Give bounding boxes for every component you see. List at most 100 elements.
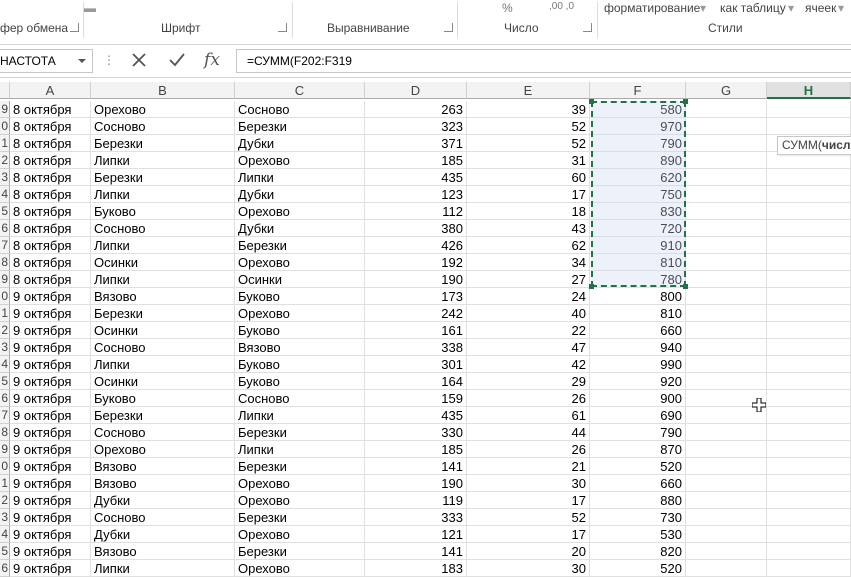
row-header[interactable]: 1	[0, 305, 10, 322]
range-handle[interactable]	[589, 284, 594, 289]
cell-to[interactable]: Березки	[235, 458, 365, 475]
cell-value[interactable]: 880	[590, 492, 686, 509]
cell-count[interactable]: 61	[467, 407, 590, 424]
cell-date[interactable]: 9 октября	[10, 475, 91, 492]
cell-distance[interactable]: 141	[365, 458, 467, 475]
cell-empty[interactable]	[686, 118, 767, 135]
cell-count[interactable]: 31	[467, 152, 590, 169]
cell-count[interactable]: 22	[467, 322, 590, 339]
cell-empty[interactable]	[686, 526, 767, 543]
cell-count[interactable]: 43	[467, 220, 590, 237]
cell-to[interactable]: Орехово	[235, 203, 365, 220]
cell-empty[interactable]	[767, 492, 851, 509]
cell-distance[interactable]: 185	[365, 441, 467, 458]
cell-empty[interactable]	[767, 543, 851, 560]
cell-count[interactable]: 27	[467, 271, 590, 288]
cell-to[interactable]: Дубки	[235, 135, 365, 152]
cell-count[interactable]: 39	[467, 101, 590, 118]
row-header[interactable]: 5	[0, 203, 10, 220]
cell-to[interactable]: Березки	[235, 509, 365, 526]
alignment-launcher-icon[interactable]	[444, 23, 453, 32]
format-as-table-button[interactable]: как таблицу	[720, 1, 786, 15]
cell-to[interactable]: Сосново	[235, 101, 365, 118]
cell-distance[interactable]: 164	[365, 373, 467, 390]
cell-distance[interactable]: 435	[365, 169, 467, 186]
cell-empty[interactable]	[767, 305, 851, 322]
name-box[interactable]: НАСТОТА	[0, 49, 93, 73]
cell-value[interactable]: 520	[590, 560, 686, 577]
cell-empty[interactable]	[686, 509, 767, 526]
cell-to[interactable]: Орехово	[235, 526, 365, 543]
cell-to[interactable]: Березки	[235, 424, 365, 441]
cell-count[interactable]: 47	[467, 339, 590, 356]
range-handle[interactable]	[589, 99, 594, 104]
cell-date[interactable]: 9 октября	[10, 390, 91, 407]
cell-value[interactable]: 970	[590, 118, 686, 135]
cell-distance[interactable]: 173	[365, 288, 467, 305]
cell-count[interactable]: 52	[467, 135, 590, 152]
cell-distance[interactable]: 333	[365, 509, 467, 526]
cell-distance[interactable]: 192	[365, 254, 467, 271]
cell-date[interactable]: 9 октября	[10, 356, 91, 373]
cell-empty[interactable]	[686, 356, 767, 373]
cell-from[interactable]: Вязово	[91, 543, 235, 560]
cell-distance[interactable]: 159	[365, 390, 467, 407]
cell-empty[interactable]	[686, 339, 767, 356]
cell-to[interactable]: Орехово	[235, 475, 365, 492]
resize-handle-icon[interactable]: ⋮	[103, 53, 115, 67]
cell-value[interactable]: 790	[590, 424, 686, 441]
cell-distance[interactable]: 380	[365, 220, 467, 237]
row-header[interactable]: 2	[0, 152, 10, 169]
cell-date[interactable]: 9 октября	[10, 543, 91, 560]
cell-distance[interactable]: 123	[365, 186, 467, 203]
cell-empty[interactable]	[686, 203, 767, 220]
cell-count[interactable]: 17	[467, 492, 590, 509]
formula-input[interactable]: =СУММ(F202:F319	[236, 49, 851, 73]
cell-from[interactable]: Сосново	[91, 424, 235, 441]
cell-to[interactable]: Орехово	[235, 560, 365, 577]
cell-date[interactable]: 9 октября	[10, 560, 91, 577]
cell-empty[interactable]	[686, 271, 767, 288]
cell-empty[interactable]	[767, 560, 851, 577]
cell-count[interactable]: 20	[467, 543, 590, 560]
cell-value[interactable]: 750	[590, 186, 686, 203]
cell-value[interactable]: 830	[590, 203, 686, 220]
row-header[interactable]: 3	[0, 169, 10, 186]
row-header[interactable]: 2	[0, 492, 10, 509]
cell-value[interactable]: 800	[590, 288, 686, 305]
cell-distance[interactable]: 435	[365, 407, 467, 424]
range-handle[interactable]	[683, 284, 688, 289]
cell-empty[interactable]	[767, 407, 851, 424]
column-header-e[interactable]: E	[467, 82, 590, 99]
cell-from[interactable]: Вязово	[91, 458, 235, 475]
chevron-down-icon[interactable]: ▾	[700, 1, 706, 15]
insert-function-icon[interactable]: fx	[199, 48, 225, 72]
cancel-icon[interactable]	[126, 48, 152, 72]
cell-to[interactable]: Вязово	[235, 339, 365, 356]
cell-distance[interactable]: 426	[365, 237, 467, 254]
cell-empty[interactable]	[767, 339, 851, 356]
row-header[interactable]: 6	[0, 390, 10, 407]
cell-empty[interactable]	[686, 305, 767, 322]
cell-date[interactable]: 8 октября	[10, 237, 91, 254]
cell-from[interactable]: Березки	[91, 169, 235, 186]
cell-empty[interactable]	[686, 169, 767, 186]
row-header[interactable]: 8	[0, 254, 10, 271]
cell-value[interactable]: 810	[590, 254, 686, 271]
cell-value[interactable]: 730	[590, 509, 686, 526]
number-launcher-icon[interactable]	[583, 23, 592, 32]
column-header-c[interactable]: C	[235, 82, 365, 99]
column-header-f[interactable]: F	[590, 82, 686, 99]
chevron-down-icon[interactable]: ▾	[788, 1, 794, 15]
cell-to[interactable]: Буково	[235, 356, 365, 373]
percent-icon[interactable]: %	[502, 1, 513, 15]
cell-distance[interactable]: 185	[365, 152, 467, 169]
cell-to[interactable]: Липки	[235, 441, 365, 458]
cell-date[interactable]: 9 октября	[10, 509, 91, 526]
cell-to[interactable]: Орехово	[235, 254, 365, 271]
cell-value[interactable]: 660	[590, 475, 686, 492]
cell-count[interactable]: 60	[467, 169, 590, 186]
cell-to[interactable]: Дубки	[235, 220, 365, 237]
cell-empty[interactable]	[686, 373, 767, 390]
cell-empty[interactable]	[686, 101, 767, 118]
